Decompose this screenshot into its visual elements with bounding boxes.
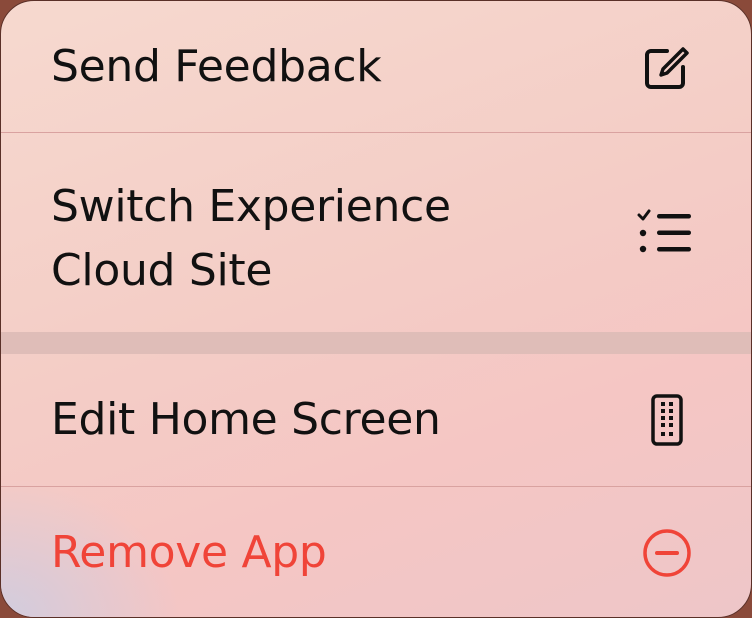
- switch-experience-item[interactable]: Switch Experience Cloud Site: [1, 133, 751, 332]
- minus-circle-icon: [643, 529, 691, 577]
- remove-app-label: Remove App: [51, 527, 327, 578]
- menu-section-separator: [1, 332, 751, 354]
- switch-experience-label: Switch Experience Cloud Site: [51, 175, 451, 303]
- remove-app-item[interactable]: Remove App: [1, 487, 751, 617]
- switch-experience-subtitle: Cloud Site: [51, 245, 273, 296]
- app-context-menu: Send Feedback Switch Experience Cloud Si…: [0, 0, 752, 618]
- send-feedback-item[interactable]: Send Feedback: [1, 1, 751, 132]
- checklist-icon: [637, 209, 691, 253]
- send-feedback-label: Send Feedback: [51, 41, 382, 92]
- switch-experience-title: Switch Experience: [51, 181, 451, 232]
- edit-home-screen-label: Edit Home Screen: [51, 394, 441, 445]
- edit-home-screen-item[interactable]: Edit Home Screen: [1, 354, 751, 486]
- compose-icon: [645, 47, 689, 89]
- phone-apps-icon: [651, 394, 683, 446]
